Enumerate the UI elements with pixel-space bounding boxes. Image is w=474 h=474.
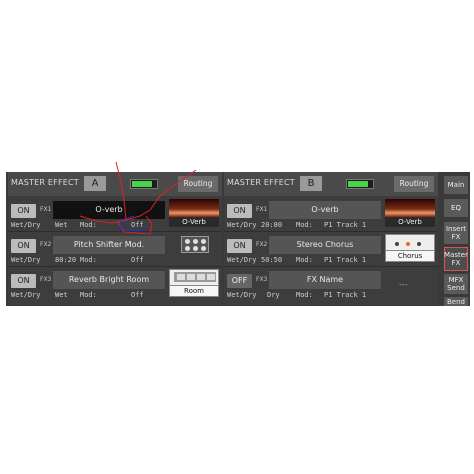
annotation-stroke	[149, 169, 197, 211]
annotation-stroke	[119, 215, 149, 232]
annotation-stroke	[79, 209, 151, 224]
annotation-stroke	[115, 161, 127, 221]
annotation-overlay	[79, 161, 197, 235]
